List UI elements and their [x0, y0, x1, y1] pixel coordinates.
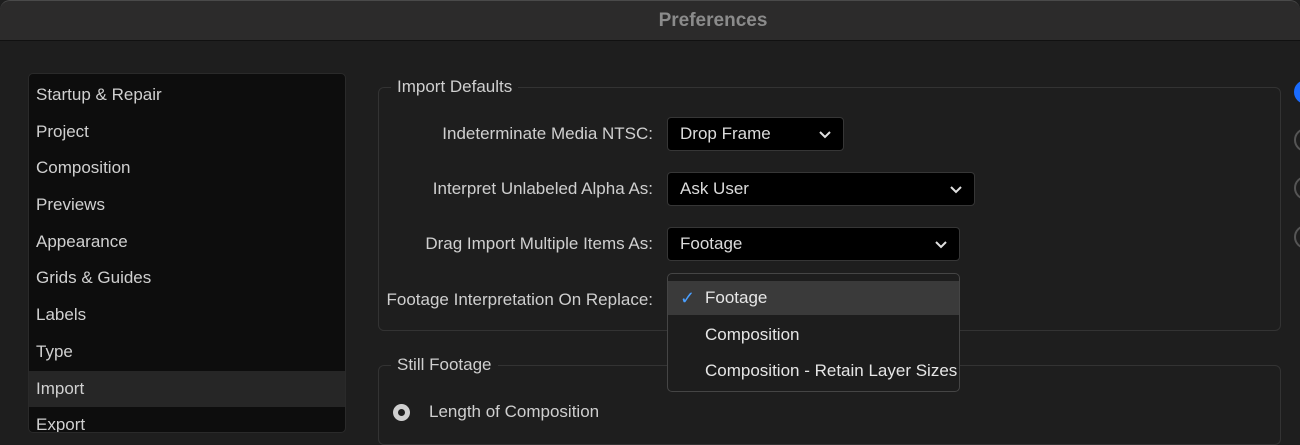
length-of-composition-label[interactable]: Length of Composition — [429, 402, 599, 422]
alpha-label: Interpret Unlabeled Alpha As: — [432, 179, 653, 198]
preferences-sidebar: Startup & Repair Project Composition Pre… — [28, 73, 346, 433]
menu-item-composition-retain-layer-sizes[interactable]: Composition - Retain Layer Sizes — [668, 354, 959, 388]
drag-import-value: Footage — [680, 234, 743, 253]
previous-button[interactable] — [1294, 176, 1300, 200]
menu-item-label: Composition — [705, 324, 800, 344]
drag-import-label: Drag Import Multiple Items As: — [425, 234, 653, 253]
cancel-button[interactable] — [1294, 128, 1300, 152]
ntsc-value: Drop Frame — [680, 124, 771, 143]
sidebar-item-appearance[interactable]: Appearance — [29, 224, 345, 261]
menu-item-label: Composition - Retain Layer Sizes — [705, 361, 958, 380]
sidebar-item-import[interactable]: Import — [29, 370, 345, 408]
sidebar-item-project[interactable]: Project — [29, 114, 345, 151]
window-title: Preferences — [658, 10, 768, 31]
replace-label: Footage Interpretation On Replace: — [386, 290, 654, 309]
sidebar-item-type[interactable]: Type — [29, 334, 345, 371]
sidebar-item-export[interactable]: Export — [29, 407, 345, 432]
length-of-composition-radio[interactable] — [393, 404, 410, 421]
checkmark-icon: ✓ — [680, 288, 696, 308]
ntsc-dropdown[interactable]: Drop Frame — [667, 117, 844, 151]
import-defaults-title: Import Defaults — [391, 77, 519, 97]
menu-item-label: Footage — [705, 288, 768, 307]
ok-button[interactable] — [1294, 80, 1300, 104]
sidebar-item-startup-repair[interactable]: Startup & Repair — [29, 77, 345, 114]
sidebar-item-composition[interactable]: Composition — [29, 150, 345, 187]
drag-import-dropdown[interactable]: Footage — [667, 227, 960, 261]
alpha-value: Ask User — [680, 179, 749, 198]
chevron-down-icon — [935, 241, 947, 249]
next-button[interactable] — [1294, 225, 1300, 249]
still-footage-title: Still Footage — [391, 355, 498, 375]
ntsc-label: Indeterminate Media NTSC: — [442, 124, 653, 143]
chevron-down-icon — [819, 131, 831, 139]
menu-item-footage[interactable]: ✓ Footage — [668, 281, 959, 315]
sidebar-item-labels[interactable]: Labels — [29, 297, 345, 334]
sidebar-item-grids-guides[interactable]: Grids & Guides — [29, 260, 345, 297]
sidebar-item-previews[interactable]: Previews — [29, 187, 345, 224]
alpha-dropdown[interactable]: Ask User — [667, 172, 975, 206]
replace-dropdown-menu: ✓ Footage Composition Composition - Reta… — [667, 273, 960, 392]
chevron-down-icon — [950, 186, 962, 194]
menu-item-composition[interactable]: Composition — [668, 318, 959, 352]
title-bar: Preferences — [0, 0, 1300, 41]
